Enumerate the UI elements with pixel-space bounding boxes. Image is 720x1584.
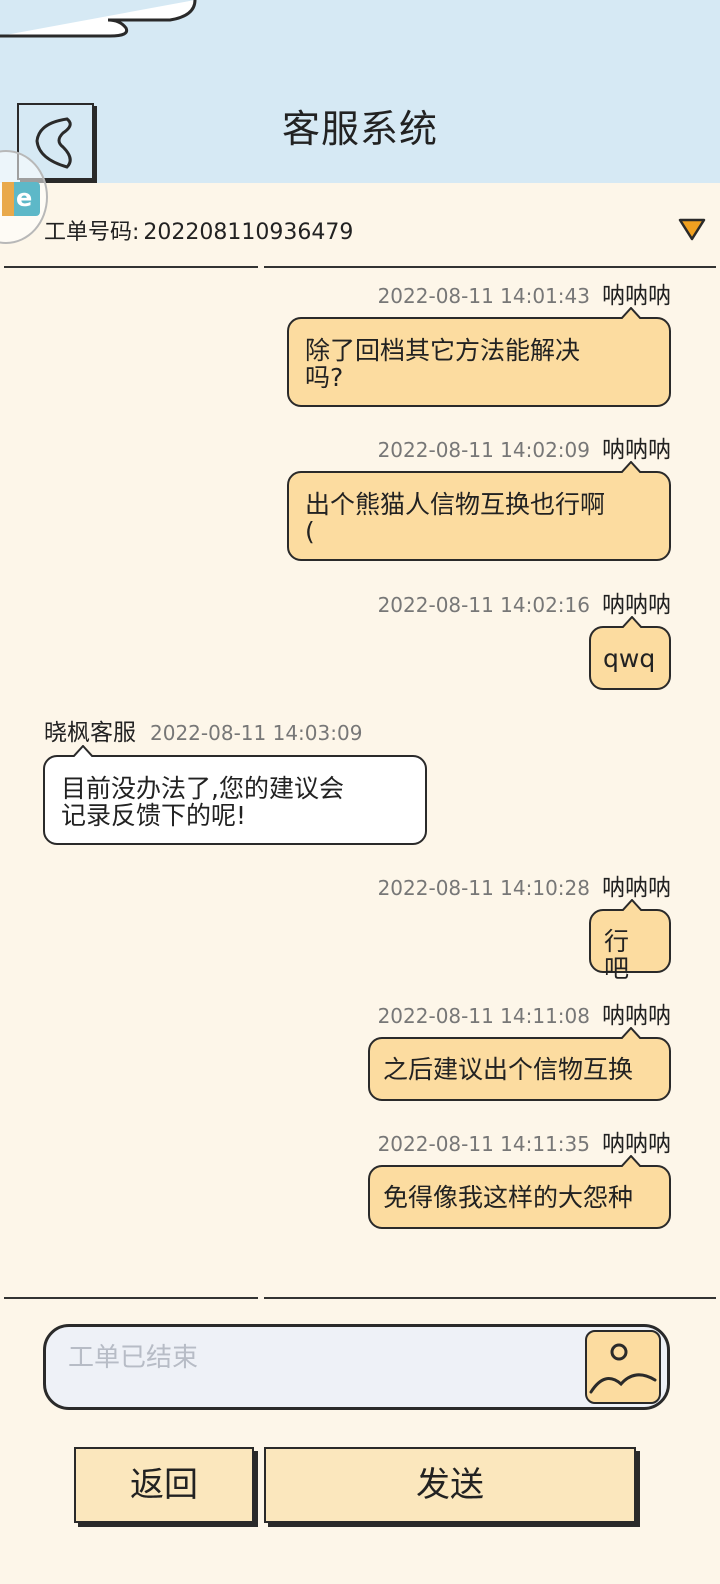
message-bubble-outgoing: 之后建议出个信物互换 <box>368 1027 671 1101</box>
message-bubble-outgoing: 除了回档其它方法能解决 吗? <box>287 307 671 407</box>
message-time: 2022-08-11 14:10:28 <box>377 876 590 900</box>
message-time: 2022-08-11 14:02:09 <box>377 438 590 462</box>
message-meta: 2022-08-11 14:01:43 呐呐呐 <box>378 276 671 310</box>
image-icon <box>589 1343 657 1394</box>
message-line: qwq <box>603 644 656 673</box>
message-line: 除了回档其它方法能解决 <box>305 336 581 365</box>
ticket-number: 202208110936479 <box>143 220 354 245</box>
sender-name: 呐呐呐 <box>602 875 671 901</box>
sender-name: 呐呐呐 <box>602 1131 671 1157</box>
message-time: 2022-08-11 14:03:09 <box>150 721 363 745</box>
message-meta: 2022-08-11 14:02:16 呐呐呐 <box>378 585 671 619</box>
message-time: 2022-08-11 14:11:08 <box>377 1004 590 1028</box>
message-meta: 2022-08-11 14:11:35 呐呐呐 <box>378 1124 671 1158</box>
header-bar: 客服系统 <box>0 0 720 183</box>
message-meta: 晓枫客服 2022-08-11 14:03:09 <box>44 713 362 747</box>
message-time: 2022-08-11 14:11:35 <box>377 1132 590 1156</box>
message-bubble-outgoing: 免得像我这样的大怨种 <box>368 1155 671 1229</box>
sender-name: 晓枫客服 <box>44 720 136 746</box>
image-upload-button[interactable] <box>585 1330 661 1404</box>
message-line: 记录反馈下的呢! <box>61 801 247 830</box>
message-line: 行吧 <box>604 927 630 983</box>
return-button[interactable]: 返回 <box>74 1447 254 1523</box>
message-meta: 2022-08-11 14:02:09 呐呐呐 <box>378 430 671 464</box>
message-input[interactable]: 工单已结束 <box>43 1324 670 1410</box>
message-bubble-outgoing: 行吧 <box>589 899 671 982</box>
ticket-number-row: 工单号码: 202208110936479 <box>44 214 353 246</box>
sender-name: 呐呐呐 <box>602 437 671 463</box>
sender-name: 呐呐呐 <box>602 283 671 309</box>
message-bubble-outgoing: 出个熊猫人信物互换也行啊 ( <box>287 461 671 561</box>
send-button[interactable]: 发送 <box>264 1447 636 1523</box>
triangle-down-icon[interactable] <box>677 216 707 242</box>
message-time: 2022-08-11 14:02:16 <box>377 593 590 617</box>
message-meta: 2022-08-11 14:11:08 呐呐呐 <box>378 996 671 1030</box>
message-line: 吗? <box>305 363 344 392</box>
divider <box>0 266 720 269</box>
message-bubble-outgoing: qwq <box>589 616 671 690</box>
message-line: 之后建议出个信物互换 <box>383 1055 634 1084</box>
message-bubble-incoming: 目前没办法了,您的建议会 记录反馈下的呢! <box>43 745 427 845</box>
input-placeholder: 工单已结束 <box>68 1343 199 1373</box>
app-logo-icon: e <box>2 182 40 216</box>
message-line: 免得像我这样的大怨种 <box>383 1183 634 1212</box>
page-title: 客服系统 <box>281 107 438 151</box>
message-line: 目前没办法了,您的建议会 <box>61 774 344 803</box>
message-line: ( <box>305 517 315 546</box>
ticket-label: 工单号码: <box>44 220 140 245</box>
message-line: 出个熊猫人信物互换也行啊 <box>305 490 606 519</box>
sender-name: 呐呐呐 <box>602 592 671 618</box>
cloud-decoration-icon <box>0 0 197 38</box>
sender-name: 呐呐呐 <box>602 1003 671 1029</box>
divider <box>0 1297 720 1300</box>
message-time: 2022-08-11 14:01:43 <box>377 284 590 308</box>
message-meta: 2022-08-11 14:10:28 呐呐呐 <box>378 868 671 902</box>
